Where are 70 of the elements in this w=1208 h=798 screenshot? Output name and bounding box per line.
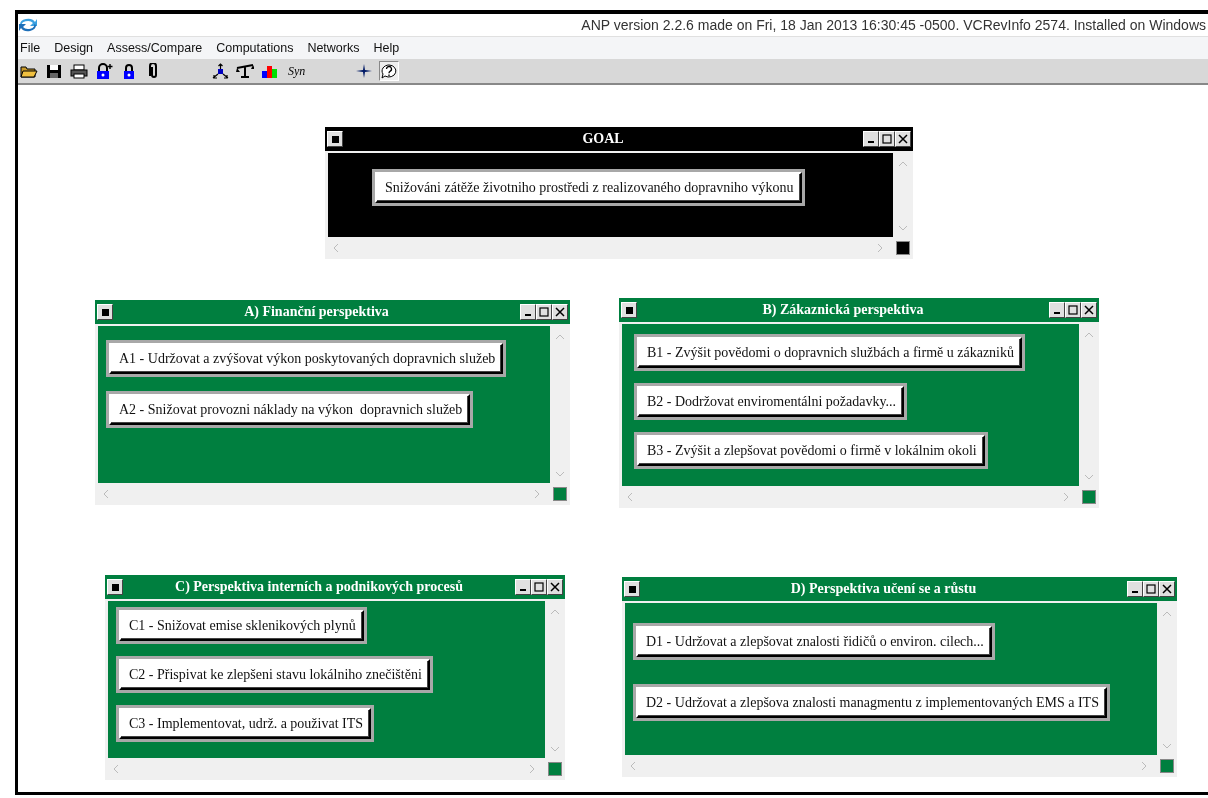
maximize-icon [1066, 303, 1080, 317]
window-title: ANP version 2.2.6 made on Fri, 18 Jan 2013 16:30:45 -0500. VCRevInfo 2574. Installed on Windows [581, 17, 1207, 33]
synthesize-button[interactable]: Syn [285, 61, 309, 81]
maximize-button[interactable] [536, 304, 552, 320]
cluster-title: A) Finanční perspektiva [243, 304, 390, 320]
minimize-icon [868, 141, 874, 143]
node-button[interactable]: C2 - Přispivat ke zlepšeni stavu lokálniho znečištěni [116, 656, 433, 693]
close-button[interactable] [895, 131, 911, 147]
resize-handle[interactable] [553, 487, 567, 501]
help-icon[interactable] [379, 61, 400, 81]
cluster-title: C) Perspektiva interních a podnikových procesů [174, 579, 464, 595]
maximize-button[interactable] [531, 579, 547, 595]
system-menu-button[interactable] [107, 579, 123, 595]
resize-handle[interactable] [1160, 759, 1174, 773]
maximize-icon [880, 132, 894, 146]
arrows-node-icon[interactable] [210, 61, 230, 81]
maximize-icon [537, 305, 551, 319]
maximize-button[interactable] [1065, 302, 1081, 318]
cluster-title: B) Zákaznická perspektiva [761, 302, 925, 318]
node-button[interactable]: B3 - Zvýšit a zlepšovat povědomi o firmě v lokálnim okoli [634, 432, 988, 469]
menu-item[interactable]: Networks [307, 41, 360, 55]
padlock-plus-icon[interactable] [94, 61, 114, 81]
maximize-icon [532, 580, 546, 594]
maximize-button[interactable] [1143, 581, 1159, 597]
minimize-icon [1132, 591, 1138, 593]
minimize-button[interactable] [515, 579, 531, 595]
node-button[interactable]: Snižováni zátěže životniho prostředi z realizovaného dopravniho výkonu [372, 169, 805, 206]
resize-handle[interactable] [896, 241, 910, 255]
close-button[interactable] [552, 304, 568, 320]
minimize-button[interactable] [520, 304, 536, 320]
close-icon [1160, 582, 1174, 596]
close-icon [1082, 303, 1096, 317]
node-button[interactable]: D2 - Udržovat a zlepšova znalosti managmentu z implementovaných EMS a ITS [633, 684, 1110, 721]
minimize-icon [520, 589, 526, 591]
close-button[interactable] [1159, 581, 1175, 597]
node-button[interactable]: A2 - Snižovat provozni náklady na výkon dopravnich služeb [106, 391, 474, 428]
system-menu-button[interactable] [327, 131, 343, 147]
close-icon [548, 580, 562, 594]
node-button[interactable]: B1 - Zvýšit povědomi o dopravnich službách a firmě u zákazniků [634, 334, 1025, 371]
maximize-icon [1144, 582, 1158, 596]
system-menu-button[interactable] [624, 581, 640, 597]
close-button[interactable] [1081, 302, 1097, 318]
maximize-button[interactable] [879, 131, 895, 147]
minimize-button[interactable] [1127, 581, 1143, 597]
menu-item[interactable]: Assess/Compare [107, 41, 203, 55]
node-button[interactable]: C3 - Implementovat, udrž. a použivat ITS [116, 705, 375, 742]
system-menu-button[interactable] [97, 304, 113, 320]
close-button[interactable] [547, 579, 563, 595]
node-button[interactable]: A1 - Udržovat a zvýšovat výkon poskytovaných dopravnich služeb [106, 340, 507, 377]
printer-icon[interactable] [69, 61, 89, 81]
system-menu-button[interactable] [621, 302, 637, 318]
resize-handle[interactable] [548, 762, 562, 776]
node-button[interactable]: C1 - Snižovat emise sklenikových plynů [116, 607, 367, 644]
balance-scale-icon[interactable] [235, 61, 255, 81]
cluster-title: GOAL [581, 131, 625, 147]
minimize-button[interactable] [1049, 302, 1065, 318]
minimize-icon [525, 314, 531, 316]
app-icon [18, 17, 38, 33]
resize-handle[interactable] [1082, 490, 1096, 504]
cluster-title: D) Perspektiva učení se a růstu [789, 581, 978, 597]
menu-item[interactable]: Help [373, 41, 400, 55]
close-icon [553, 305, 567, 319]
menu-item[interactable]: Computations [216, 41, 294, 55]
close-icon [896, 132, 910, 146]
menu-item[interactable]: File [20, 41, 41, 55]
node-button[interactable]: B2 - Dodržovat enviromentálni požadavky... [634, 383, 908, 420]
menu-item[interactable]: Design [54, 41, 94, 55]
minimize-button[interactable] [863, 131, 879, 147]
node-button[interactable]: D1 - Udržovat a zlepšovat znalosti řidičů o environ. cilech... [633, 623, 995, 660]
minimize-icon [1054, 312, 1060, 314]
